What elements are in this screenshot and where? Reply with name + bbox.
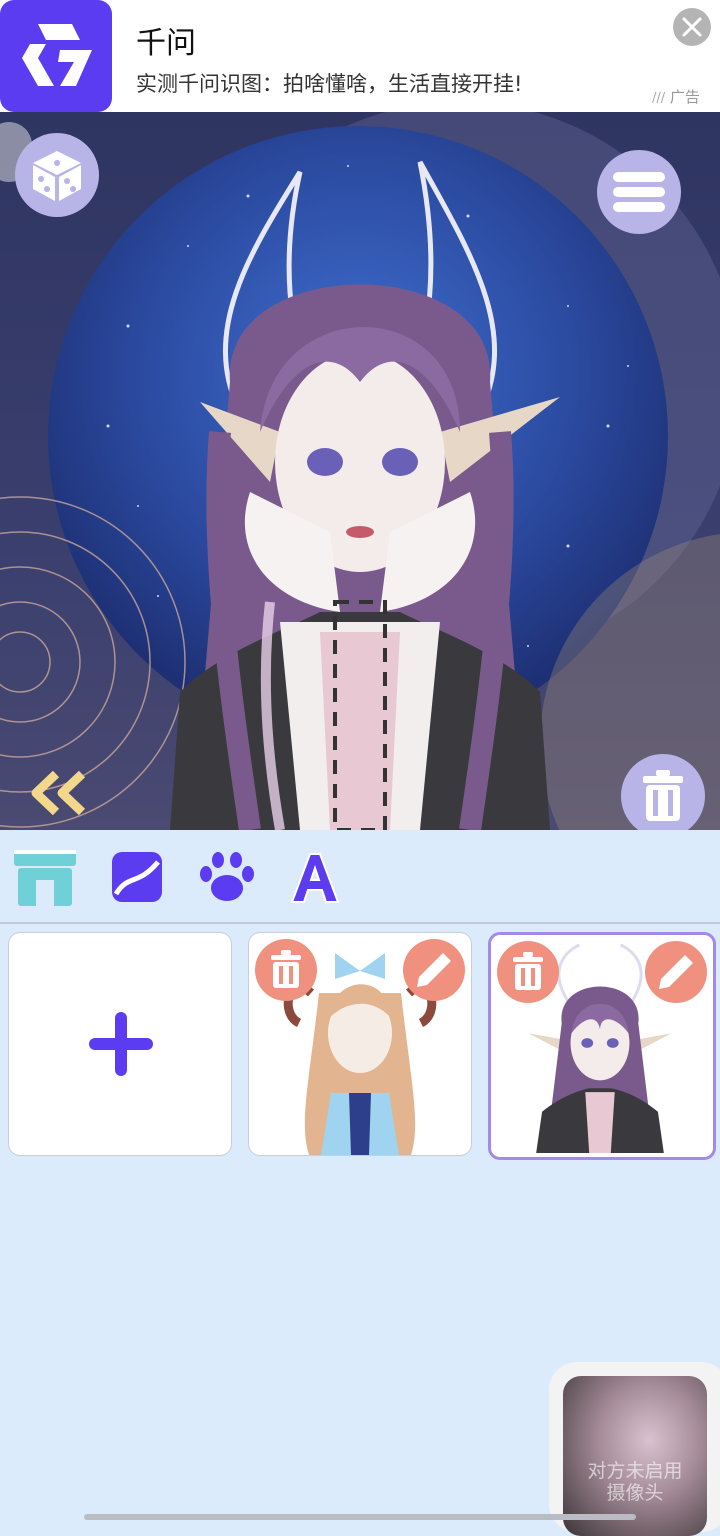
character-avatar (170, 160, 560, 830)
paw-icon (200, 852, 254, 901)
camera-status-text: 对方未启用 摄像头 (587, 1460, 683, 1504)
character-card-selected[interactable] (488, 932, 716, 1160)
video-call-overlay[interactable]: 对方未启用 摄像头 (549, 1362, 720, 1536)
add-character-card[interactable] (8, 932, 232, 1156)
close-icon (682, 17, 702, 37)
collapse-button[interactable] (22, 768, 94, 818)
tab-text[interactable] (280, 844, 350, 912)
ad-mark-icon: /// (652, 91, 666, 106)
text-icon (290, 853, 340, 903)
list-icon (613, 172, 665, 212)
pencil-icon (417, 953, 451, 987)
ad-label: /// 广告 (652, 88, 700, 106)
card-edit-button[interactable] (645, 941, 707, 1003)
double-chevron-left-icon (31, 770, 86, 816)
random-button[interactable] (15, 133, 99, 217)
ad-title: 千问 (136, 26, 196, 61)
trash-icon (271, 950, 301, 988)
video-preview: 对方未启用 摄像头 (563, 1376, 707, 1536)
trash-icon (513, 952, 543, 990)
card-delete-button[interactable] (497, 941, 559, 1003)
bottom-scroll-indicator (84, 1514, 636, 1520)
delete-button[interactable] (621, 754, 705, 830)
dice-icon (33, 151, 81, 201)
tab-shop[interactable] (10, 844, 80, 912)
tab-pet[interactable] (192, 844, 262, 912)
image-icon (112, 852, 162, 902)
trash-icon (643, 770, 683, 821)
card-delete-button[interactable] (255, 939, 317, 1001)
ad-subtitle: 实测千问识图：拍啥懂啥，生活直接开挂! (136, 72, 523, 96)
ad-close-button[interactable] (673, 8, 711, 46)
plus-icon (89, 1012, 153, 1076)
tab-background[interactable] (104, 844, 174, 912)
pencil-icon (659, 955, 693, 989)
ad-banner[interactable]: 千问 实测千问识图：拍啥懂啥，生活直接开挂! /// 广告 (0, 0, 720, 112)
menu-button[interactable] (597, 150, 681, 234)
ad-app-logo[interactable] (0, 0, 112, 112)
category-toolbar (0, 830, 720, 924)
shop-icon (14, 850, 76, 906)
card-edit-button[interactable] (403, 939, 465, 1001)
character-card[interactable] (248, 932, 472, 1156)
character-preview (0, 112, 720, 830)
qianwen-logo-icon (22, 24, 92, 86)
